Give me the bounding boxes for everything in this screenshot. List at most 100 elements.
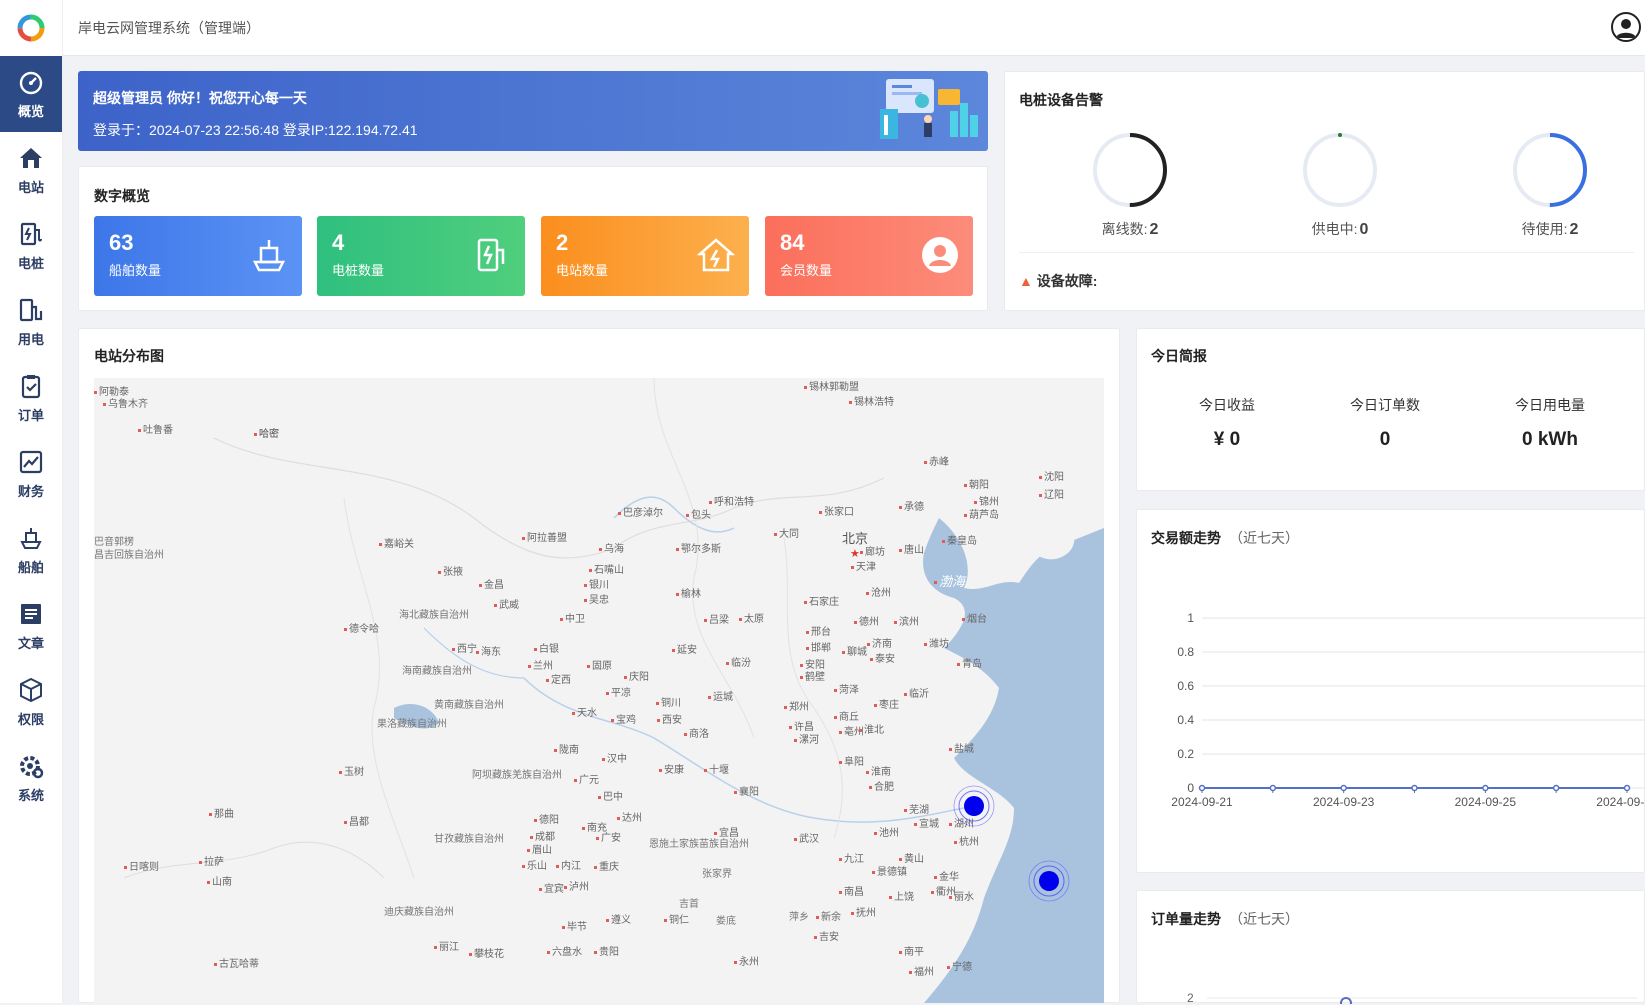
stat-card-0[interactable]: 63 船舶数量 [94, 216, 302, 296]
series-point[interactable] [1623, 784, 1631, 792]
map-city-label: 铜仁 [664, 911, 689, 926]
user-icon [922, 237, 958, 273]
station-marker-1[interactable] [952, 784, 996, 828]
map-city-label: 西宁 [452, 640, 477, 655]
gauge-value: 2 [1569, 221, 1579, 238]
map-city-label: 吴忠 [584, 591, 609, 606]
station-marker-2[interactable] [1027, 859, 1071, 903]
map-city-label: 新余 [816, 908, 841, 923]
today-stat-label: 今日用电量 [1515, 397, 1585, 413]
gauge-ring [1303, 133, 1377, 207]
trade-line-chart[interactable]: 0 0.2 0.4 0.6 0.8 1 2024-09-21 2024-09-23 2024-0… [1137, 510, 1645, 874]
map-city-label: 宁德 [947, 958, 972, 973]
map-city-label: 合肥 [869, 778, 894, 793]
map-region-label: 甘孜藏族自治州 [434, 834, 504, 845]
map-city-label: 永州 [734, 953, 759, 968]
warning-icon: ▲ [1019, 273, 1033, 289]
map-city-label: 巴彦淖尔 [618, 504, 663, 519]
gauge-dot [1338, 133, 1342, 137]
map-city-label: 天水 [572, 704, 597, 719]
map-city-label: 定西 [546, 671, 571, 686]
map-city-label: 石家庄 [804, 593, 839, 608]
map-city-label: 临沂 [904, 685, 929, 700]
map-city-label: 襄阳 [734, 783, 759, 798]
series-point[interactable] [1340, 784, 1347, 792]
map-city-label: 武汉 [794, 830, 819, 845]
map-city-label: 巴中 [598, 788, 623, 803]
series-point[interactable] [1552, 784, 1560, 792]
cube-icon [20, 677, 42, 702]
nav-item-5[interactable]: 财务 [0, 436, 62, 512]
map-city-label: 泸州 [564, 878, 589, 893]
station-map[interactable]: 乌鲁木齐 吐鲁番 哈密 锡林郭勒盟 锡林浩特 赤峰 朝阳 锦州 沈阳 辽阳 葫芦岛 秦皇岛 承德 张家口呼… [94, 378, 1104, 1003]
map-city-label: 葫芦岛 [964, 506, 999, 521]
nav-item-9[interactable]: 系统 [0, 740, 62, 816]
map-city-label: 滨州 [894, 613, 919, 628]
alarm-gauge-0: 离线数: 2 [1040, 130, 1220, 239]
map-city-label: 鹤壁 [800, 668, 825, 683]
station-icon [697, 238, 735, 272]
nav-item-label: 系统 [17, 787, 44, 803]
nav-item-0[interactable]: 概览 [0, 56, 62, 132]
nav-item-7[interactable]: 文章 [0, 588, 62, 664]
series-point[interactable] [1269, 784, 1277, 792]
map-city-label: 中卫 [560, 610, 585, 625]
map-city-label: 陇南 [554, 741, 579, 756]
y-tick-label: 1 [1187, 611, 1194, 625]
order-chart-card: 订单量走势 （近七天） 2 [1136, 890, 1645, 1005]
chart-icon [19, 450, 43, 473]
map-city-label: 鄂尔多斯 [676, 540, 721, 555]
series-point[interactable] [1198, 784, 1206, 792]
gauge-label: 供电中: [1311, 221, 1358, 237]
map-city-label: 淮北 [859, 721, 884, 736]
nav-item-4[interactable]: 订单 [0, 360, 62, 436]
map-city-label: 包头 [686, 506, 711, 521]
map-city-label: 泰安 [870, 650, 895, 665]
map-city-label: 达州 [617, 809, 642, 824]
app-logo[interactable] [0, 0, 62, 56]
nav-item-6[interactable]: 船舶 [0, 512, 62, 588]
x-tick-label: 2024-09-27 [1596, 795, 1645, 809]
order-line-chart[interactable] [1137, 891, 1645, 1004]
stat-card-1[interactable]: 4 电桩数量 [317, 216, 525, 296]
series-point[interactable] [1411, 784, 1418, 792]
map-city-label: 日喀则 [124, 858, 159, 873]
today-stat-0: 今日收益 ¥ 0 [1152, 395, 1302, 451]
map-city-label: 赤峰 [924, 453, 949, 468]
map-region-label: 恩施土家族苗族自治州 [649, 839, 749, 850]
y-tick-label: 0.8 [1177, 645, 1194, 659]
user-avatar-button[interactable] [1611, 12, 1641, 42]
nav-item-8[interactable]: 权限 [0, 664, 62, 740]
nav-item-1[interactable]: 电站 [0, 132, 62, 208]
map-city-label: 丽水 [949, 888, 974, 903]
y-tick-label: 0 [1187, 781, 1194, 795]
stat-card-2[interactable]: 2 电站数量 [541, 216, 749, 296]
map-city-label: 西安 [657, 711, 682, 726]
map-city-label: 枣庄 [874, 696, 899, 711]
sidebar: 概览 电站电桩用电订单财务 船舶 文章 权限系统 [0, 0, 63, 1003]
topbar: 岸电云网管理系统（管理端） [63, 0, 1645, 56]
map-city-label: 遵义 [606, 911, 631, 926]
map-city-label: 重庆 [594, 858, 619, 873]
nav-item-3[interactable]: 用电 [0, 284, 62, 360]
map-city-label: 池州 [874, 824, 899, 839]
series-point[interactable] [1482, 784, 1489, 792]
map-sea-label: 渤海 [934, 571, 965, 590]
nav-item-2[interactable]: 电桩 [0, 208, 62, 284]
map-city-label: 邯郸 [806, 639, 831, 654]
stat-card-3[interactable]: 84 会员数量 [765, 216, 973, 296]
map-city-label: 庆阳 [624, 668, 649, 683]
nav-item-label: 订单 [17, 407, 44, 423]
map-city-label: 天津 [851, 558, 876, 573]
today-title: 今日简报 [1151, 348, 1207, 364]
map-city-label: 芜湖 [904, 801, 929, 816]
welcome-greeting: 超级管理员 你好！祝您开心每一天 [93, 90, 307, 106]
today-stat-value: ¥ 0 [1213, 429, 1241, 450]
map-city-label: 铜川 [656, 694, 681, 709]
map-city-label: 菏泽 [834, 681, 859, 696]
map-city-label: 阿勒泰 [94, 383, 129, 398]
nav-item-label: 电桩 [17, 255, 44, 271]
x-tick-label: 2024-09-23 [1313, 795, 1375, 809]
map-city-label: 宣城 [914, 815, 939, 830]
map-city-label: 呼和浩特 [709, 493, 754, 508]
